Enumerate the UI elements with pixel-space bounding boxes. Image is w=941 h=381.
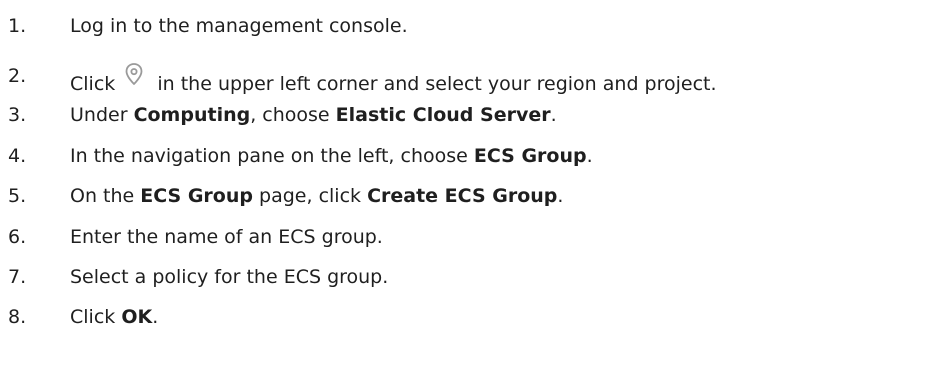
step-3: 3. Under Computing, choose Elastic Cloud…: [0, 101, 941, 129]
step-text-segment: Select a policy for the ECS group.: [70, 266, 389, 288]
step-text: Select a policy for the ECS group.: [70, 263, 388, 291]
ui-term-ecs-group: ECS Group: [140, 185, 253, 207]
step-number: 6.: [8, 226, 27, 248]
step-text: Click in the upper left corner and selec…: [70, 62, 717, 98]
step-text-segment: Click: [70, 306, 122, 328]
step-number: 7.: [8, 266, 27, 288]
step-text-segment: .: [586, 145, 593, 167]
ui-term-computing: Computing: [133, 104, 251, 126]
step-text-segment: On the: [70, 185, 141, 207]
step-number: 5.: [8, 185, 27, 207]
step-5: 5. On the ECS Group page, click Create E…: [0, 182, 941, 210]
step-number: 3.: [8, 104, 27, 126]
step-8: 8. Click OK.: [0, 303, 941, 331]
step-text-segment: , choose: [250, 104, 336, 126]
step-number: 8.: [8, 306, 27, 328]
step-number: 2.: [8, 65, 27, 87]
step-6: 6. Enter the name of an ECS group.: [0, 223, 941, 251]
step-text-segment: Under: [70, 104, 134, 126]
step-7: 7. Select a policy for the ECS group.: [0, 263, 941, 291]
step-1: 1. Log in to the management console.: [0, 12, 941, 40]
step-4: 4. In the navigation pane on the left, c…: [0, 142, 941, 170]
step-2: 2. Click in the upper left corner and se…: [0, 62, 941, 95]
step-number: 4.: [8, 145, 27, 167]
step-number: 1.: [8, 15, 27, 37]
step-text: On the ECS Group page, click Create ECS …: [70, 182, 563, 210]
step-text-segment: Log in to the management console.: [70, 15, 408, 37]
step-text-segment: Click: [70, 73, 122, 95]
ui-term-ecs-group: ECS Group: [473, 145, 587, 167]
step-text-segment: In the navigation pane on the left, choo…: [70, 145, 474, 167]
step-text: In the navigation pane on the left, choo…: [70, 142, 593, 170]
step-text-segment: in the upper left corner and select your…: [151, 73, 717, 95]
step-text-segment: Enter the name of an ECS group.: [70, 226, 383, 248]
step-text-segment: .: [152, 306, 159, 328]
step-text: Under Computing, choose Elastic Cloud Se…: [70, 101, 557, 129]
step-text-segment: .: [557, 185, 564, 207]
step-text: Log in to the management console.: [70, 12, 408, 40]
step-text: Enter the name of an ECS group.: [70, 223, 383, 251]
location-pin-icon: [123, 62, 145, 86]
step-text-segment: page, click: [253, 185, 368, 207]
ui-term-elastic-cloud-server: Elastic Cloud Server: [335, 104, 551, 126]
step-text-segment: .: [550, 104, 557, 126]
step-text: Click OK.: [70, 303, 158, 331]
ui-term-ok: OK: [121, 306, 153, 328]
ui-term-create-ecs-group: Create ECS Group: [367, 185, 558, 207]
